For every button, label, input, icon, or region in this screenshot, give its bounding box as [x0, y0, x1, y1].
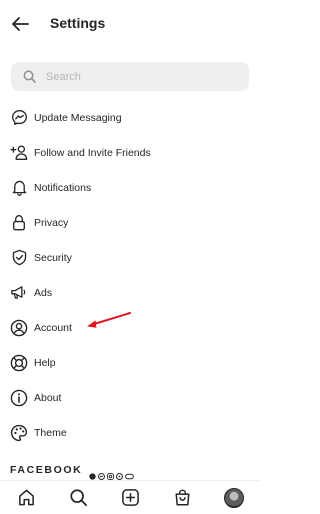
menu-item-label: Security	[34, 251, 72, 264]
bell-icon	[10, 179, 28, 197]
menu-item-label: Theme	[34, 426, 67, 439]
menu-item-label: Help	[34, 356, 56, 369]
lifebuoy-icon	[10, 354, 28, 372]
nav-home-button[interactable]	[14, 486, 38, 510]
menu-item-label: Account	[34, 321, 72, 334]
nav-search-button[interactable]	[66, 486, 90, 510]
instagram-small-icon	[107, 467, 115, 480]
search-input[interactable]	[46, 70, 226, 83]
menu-item-label: Ads	[34, 286, 53, 299]
menu-item-label: Update Messaging	[34, 111, 122, 124]
menu-item-theme[interactable]: Theme	[0, 415, 260, 450]
account-circle-icon	[10, 319, 28, 337]
menu-item-update-messaging[interactable]: Update Messaging	[0, 100, 260, 135]
menu-item-help[interactable]: Help	[0, 345, 260, 380]
nav-new-post-button[interactable]	[118, 486, 142, 510]
menu-item-label: Notifications	[34, 181, 92, 194]
menu-item-ads[interactable]: Ads	[0, 275, 260, 310]
menu-item-about[interactable]: About	[0, 380, 260, 415]
megaphone-icon	[10, 284, 28, 302]
menu-item-notifications[interactable]: Notifications	[0, 170, 260, 205]
home-icon	[18, 489, 34, 506]
annotation-arrow	[87, 312, 131, 328]
page-title: Settings	[50, 15, 106, 31]
search-box[interactable]	[11, 62, 249, 91]
lock-icon	[10, 214, 28, 232]
menu-item-label: Follow and Invite Friends	[34, 146, 151, 159]
menu-item-security[interactable]: Security	[0, 240, 260, 275]
bottom-navigation	[0, 480, 260, 514]
facebook-icon	[89, 467, 96, 480]
back-button[interactable]	[8, 12, 32, 36]
new-post-icon	[121, 489, 139, 506]
whatsapp-small-icon	[116, 467, 124, 480]
back-arrow-icon	[12, 17, 29, 31]
palette-icon	[10, 424, 28, 442]
menu-item-label: Privacy	[34, 216, 69, 229]
nav-shop-button[interactable]	[170, 486, 194, 510]
meta-apps-icons	[89, 467, 135, 480]
search-icon	[69, 489, 87, 507]
profile-avatar	[224, 487, 244, 508]
add-person-icon	[10, 144, 28, 162]
accounts-center-row[interactable]: FACEBOOK	[10, 464, 135, 480]
status-bar	[0, 0, 260, 6]
nav-profile-button[interactable]	[222, 486, 246, 510]
shop-icon	[174, 489, 190, 506]
portal-small-icon	[125, 467, 135, 479]
shield-icon	[10, 249, 28, 267]
info-icon	[10, 389, 28, 407]
menu-item-label: About	[34, 391, 62, 404]
menu-item-privacy[interactable]: Privacy	[0, 205, 260, 240]
facebook-wordmark: FACEBOOK	[10, 464, 83, 476]
menu-item-follow-invite[interactable]: Follow and Invite Friends	[0, 135, 260, 170]
search-icon	[22, 70, 36, 84]
messenger-small-icon	[98, 467, 106, 480]
messenger-icon	[10, 109, 28, 127]
header: Settings	[0, 8, 260, 40]
settings-menu: Update Messaging Follow and Invite Frien…	[0, 100, 260, 450]
